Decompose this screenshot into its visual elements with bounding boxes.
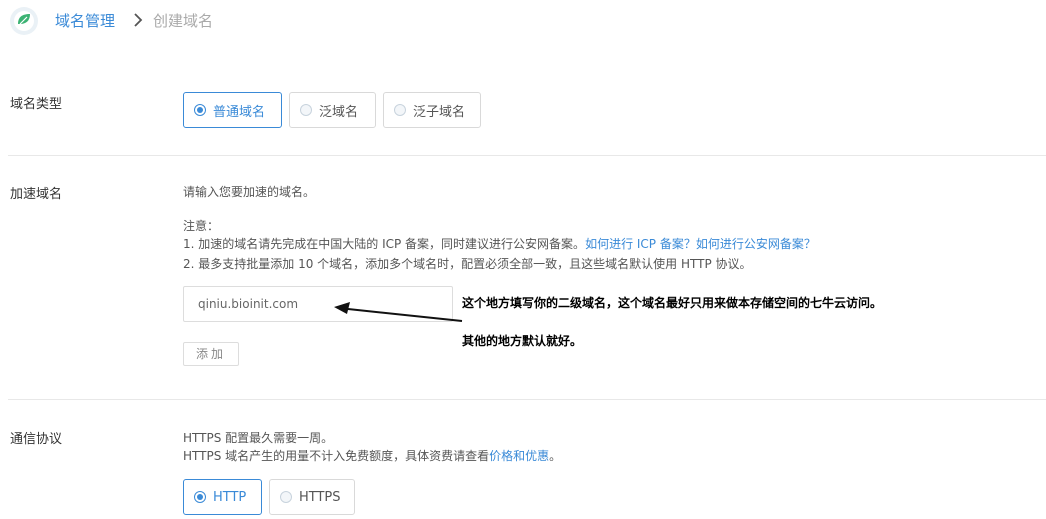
domain-type-option-label: 普通域名 — [213, 104, 266, 120]
pricing-link[interactable]: 价格和优惠 — [489, 449, 549, 463]
icp-filing-help-link[interactable]: 如何进行 ICP 备案？如何进行公安网备案？ — [585, 237, 816, 251]
radio-unchecked-icon — [280, 491, 292, 503]
protocol-option-http[interactable]: HTTP — [183, 479, 262, 515]
radio-checked-icon — [194, 491, 206, 503]
notice-title: 注意： — [183, 219, 220, 233]
radio-unchecked-icon — [300, 104, 312, 116]
protocol-desc-2-text: HTTPS 域名产生的用量不计入免费额度，具体资费请查看 — [183, 449, 490, 463]
section-divider — [8, 399, 1046, 400]
protocol-option-label: HTTP — [213, 489, 247, 505]
protocol-option-label: HTTPS — [299, 489, 341, 505]
breadcrumb-create-domain: 创建域名 — [153, 12, 214, 30]
domain-type-option-wildcard-sub[interactable]: 泛子域名 — [383, 92, 481, 128]
accel-domain-label: 加速域名 — [10, 187, 63, 202]
protocol-desc-1: HTTPS 配置最久需要一周。 — [183, 431, 334, 445]
notice-line-2: 2. 最多支持批量添加 10 个域名，添加多个域名时，配置必须全部一致，且这些域… — [183, 257, 752, 271]
domain-type-option-label: 泛域名 — [319, 104, 359, 120]
domain-type-option-wildcard[interactable]: 泛域名 — [289, 92, 376, 128]
section-divider — [8, 155, 1046, 156]
qiniu-logo-icon[interactable] — [8, 5, 40, 37]
protocol-desc-2: HTTPS 域名产生的用量不计入免费额度，具体资费请查看价格和优惠。 — [183, 447, 561, 465]
notice-1-text: 1. 加速的域名请先完成在中国大陆的 ICP 备案，同时建议进行公安网备案。 — [183, 237, 586, 251]
protocol-desc-2-end: 。 — [549, 449, 562, 463]
domain-type-option-normal[interactable]: 普通域名 — [183, 92, 282, 128]
protocol-label: 通信协议 — [10, 432, 63, 447]
annotation-text-1: 这个地方填写你的二级域名，这个域名最好只用来做本存储空间的七牛云访问。 — [462, 296, 883, 310]
add-domain-button[interactable]: 添加 — [183, 342, 239, 366]
accel-domain-prompt: 请输入您要加速的域名。 — [183, 185, 316, 199]
domain-type-option-label: 泛子域名 — [413, 104, 466, 120]
radio-unchecked-icon — [394, 104, 406, 116]
radio-checked-icon — [194, 104, 206, 116]
breadcrumb-domain-management[interactable]: 域名管理 — [55, 10, 115, 31]
chevron-right-icon — [131, 13, 145, 27]
annotation-arrow-icon — [330, 298, 465, 324]
annotation-text-2: 其他的地方默认就好。 — [462, 334, 583, 348]
notice-line-1: 1. 加速的域名请先完成在中国大陆的 ICP 备案，同时建议进行公安网备案。如何… — [183, 235, 816, 253]
domain-type-label: 域名类型 — [10, 97, 63, 112]
protocol-option-https[interactable]: HTTPS — [269, 479, 355, 515]
